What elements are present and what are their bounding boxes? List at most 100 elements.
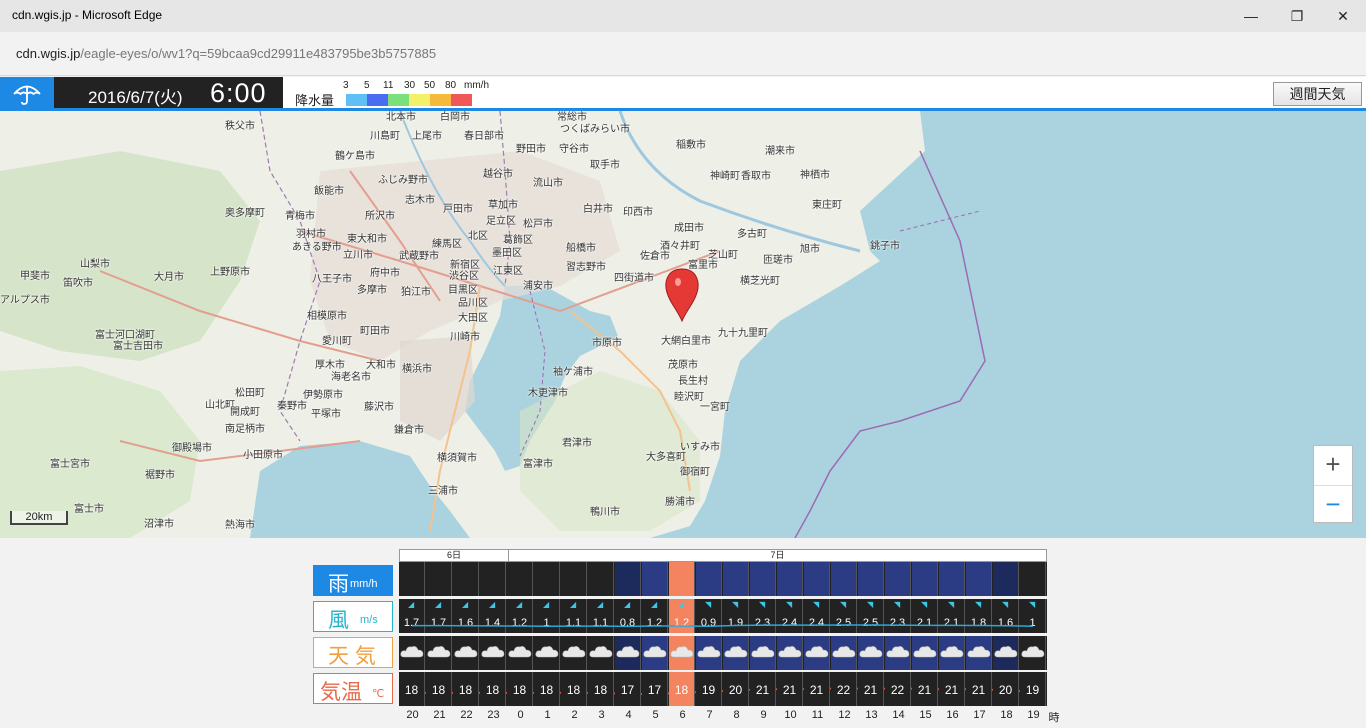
wind-cell[interactable]: ◢ 1.2 bbox=[507, 599, 533, 633]
temp-cell[interactable]: 22 bbox=[885, 672, 911, 706]
wind-cell[interactable]: ◥ 2.3 bbox=[750, 599, 776, 633]
temp-cell[interactable]: 18 bbox=[399, 672, 425, 706]
temp-cell[interactable]: 22 bbox=[831, 672, 857, 706]
maximize-button[interactable]: ❐ bbox=[1274, 0, 1320, 32]
wind-cell[interactable]: ◥ 1.9 bbox=[723, 599, 749, 633]
rain-cell[interactable] bbox=[831, 562, 857, 596]
temp-cell[interactable]: 18 bbox=[507, 672, 533, 706]
rain-cell[interactable] bbox=[696, 562, 722, 596]
temp-cell[interactable]: 21 bbox=[750, 672, 776, 706]
wind-cell[interactable]: ◥ 0.9 bbox=[696, 599, 722, 633]
umbrella-icon[interactable] bbox=[0, 77, 54, 108]
rain-cell[interactable] bbox=[993, 562, 1019, 596]
weather-cell[interactable] bbox=[723, 636, 749, 670]
rain-cell[interactable] bbox=[858, 562, 884, 596]
rain-cell[interactable] bbox=[453, 562, 479, 596]
temp-cell[interactable]: 17 bbox=[642, 672, 668, 706]
weather-cell[interactable] bbox=[777, 636, 803, 670]
close-button[interactable]: ✕ bbox=[1320, 0, 1366, 32]
wind-cell[interactable]: ◥ 1.8 bbox=[966, 599, 992, 633]
weather-cell[interactable] bbox=[534, 636, 560, 670]
rain-cell[interactable] bbox=[1020, 562, 1046, 596]
temp-cell[interactable]: 20 bbox=[723, 672, 749, 706]
weather-cell[interactable] bbox=[993, 636, 1019, 670]
wind-cell[interactable]: ◥ 2.5 bbox=[858, 599, 884, 633]
wind-cell[interactable]: ◢ 1.2 bbox=[642, 599, 668, 633]
weather-cell[interactable] bbox=[885, 636, 911, 670]
weather-cell[interactable] bbox=[858, 636, 884, 670]
wind-cell[interactable]: ◢ 1.1 bbox=[588, 599, 614, 633]
rain-cell[interactable] bbox=[615, 562, 641, 596]
wind-cell[interactable]: ◥ 2.5 bbox=[831, 599, 857, 633]
temp-cell[interactable]: 18 bbox=[480, 672, 506, 706]
rain-cell[interactable] bbox=[480, 562, 506, 596]
wind-cell[interactable]: ◥ 1.6 bbox=[993, 599, 1019, 633]
rain-cell[interactable] bbox=[777, 562, 803, 596]
temp-cell[interactable]: 20 bbox=[993, 672, 1019, 706]
wind-cell[interactable]: ◢ 1.6 bbox=[453, 599, 479, 633]
url-text[interactable]: cdn.wgis.jp/eagle-eyes/o/wv1?q=59bcaa9cd… bbox=[16, 46, 436, 61]
weather-cell[interactable] bbox=[804, 636, 830, 670]
weather-cell[interactable] bbox=[480, 636, 506, 670]
weather-cell[interactable] bbox=[696, 636, 722, 670]
rain-cell[interactable] bbox=[885, 562, 911, 596]
weather-cell[interactable] bbox=[615, 636, 641, 670]
rain-cell[interactable] bbox=[669, 562, 695, 596]
temp-cell[interactable]: 21 bbox=[777, 672, 803, 706]
weather-cell[interactable] bbox=[939, 636, 965, 670]
wind-cell[interactable]: ◢ 1.7 bbox=[426, 599, 452, 633]
rain-cell[interactable] bbox=[723, 562, 749, 596]
rain-cell[interactable] bbox=[399, 562, 425, 596]
rain-cell[interactable] bbox=[561, 562, 587, 596]
rain-cell[interactable] bbox=[642, 562, 668, 596]
weather-cell[interactable] bbox=[426, 636, 452, 670]
temp-cell[interactable]: 21 bbox=[858, 672, 884, 706]
temp-cell[interactable]: 19 bbox=[696, 672, 722, 706]
rain-cell[interactable] bbox=[804, 562, 830, 596]
weather-cell[interactable] bbox=[831, 636, 857, 670]
rain-cell[interactable] bbox=[939, 562, 965, 596]
rain-cell[interactable] bbox=[912, 562, 938, 596]
weather-cell[interactable] bbox=[1020, 636, 1046, 670]
wind-cell[interactable]: ◢ 1.2 bbox=[669, 599, 695, 633]
weather-cell[interactable] bbox=[750, 636, 776, 670]
rain-cell[interactable] bbox=[534, 562, 560, 596]
temp-cell[interactable]: 18 bbox=[561, 672, 587, 706]
weekly-weather-button[interactable]: 週間天気 bbox=[1273, 82, 1362, 106]
weather-cell[interactable] bbox=[453, 636, 479, 670]
wind-cell[interactable]: ◥ 2.4 bbox=[777, 599, 803, 633]
temp-cell[interactable]: 21 bbox=[912, 672, 938, 706]
temp-cell[interactable]: 18 bbox=[426, 672, 452, 706]
wind-cell[interactable]: ◢ 1.1 bbox=[561, 599, 587, 633]
rain-cell[interactable] bbox=[750, 562, 776, 596]
temp-cell[interactable]: 18 bbox=[669, 672, 695, 706]
wind-cell[interactable]: ◥ 2.4 bbox=[804, 599, 830, 633]
wind-cell[interactable]: ◢ 1.4 bbox=[480, 599, 506, 633]
temp-cell[interactable]: 18 bbox=[534, 672, 560, 706]
weather-cell[interactable] bbox=[588, 636, 614, 670]
rain-cell[interactable] bbox=[507, 562, 533, 596]
wind-cell[interactable]: ◢ 1.7 bbox=[399, 599, 425, 633]
weather-cell[interactable] bbox=[669, 636, 695, 670]
rain-cell[interactable] bbox=[966, 562, 992, 596]
weather-cell[interactable] bbox=[912, 636, 938, 670]
map-view[interactable]: 秩父市 白岡市 上尾市 春日部市 野田市 守谷市 常総市 つくばみらい市 稲敷市 潮来市 鶴ケ島市越… bbox=[0, 111, 1366, 538]
weather-cell[interactable] bbox=[561, 636, 587, 670]
wind-cell[interactable]: ◢ 0.8 bbox=[615, 599, 641, 633]
minimize-button[interactable]: — bbox=[1228, 0, 1274, 32]
wind-cell[interactable]: ◥ 2.1 bbox=[939, 599, 965, 633]
rain-cell[interactable] bbox=[426, 562, 452, 596]
temp-cell[interactable]: 17 bbox=[615, 672, 641, 706]
weather-cell[interactable] bbox=[642, 636, 668, 670]
wind-cell[interactable]: ◢ 1 bbox=[534, 599, 560, 633]
temp-cell[interactable]: 21 bbox=[804, 672, 830, 706]
wind-cell[interactable]: ◥ 2.3 bbox=[885, 599, 911, 633]
weather-cell[interactable] bbox=[507, 636, 533, 670]
weather-cell[interactable] bbox=[399, 636, 425, 670]
wind-cell[interactable]: ◥ 2.1 bbox=[912, 599, 938, 633]
zoom-in-button[interactable]: + bbox=[1314, 446, 1352, 485]
rain-cell[interactable] bbox=[588, 562, 614, 596]
weather-cell[interactable] bbox=[966, 636, 992, 670]
zoom-out-button[interactable]: − bbox=[1314, 485, 1352, 524]
temp-cell[interactable]: 19 bbox=[1020, 672, 1046, 706]
